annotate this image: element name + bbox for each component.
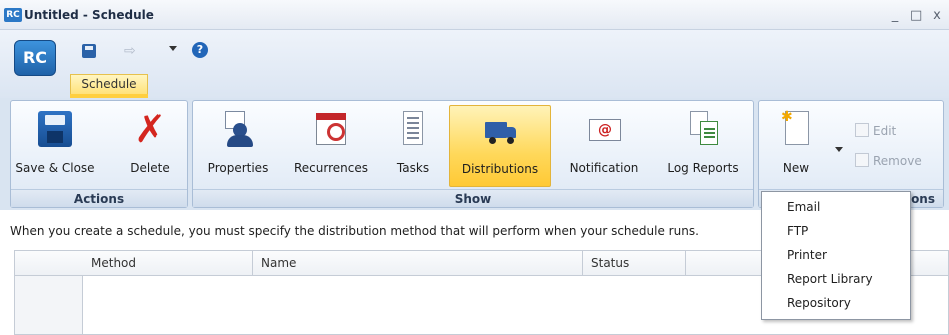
title-bar: RC Untitled - Schedule _ □ x [0, 0, 949, 30]
window-title: Untitled - Schedule [24, 8, 154, 22]
properties-button[interactable]: Properties [199, 105, 277, 187]
close-button[interactable]: x [931, 9, 943, 23]
tasks-icon [396, 111, 430, 147]
distributions-label: Distributions [461, 162, 539, 176]
properties-label: Properties [207, 161, 269, 175]
tab-schedule[interactable]: Schedule [70, 74, 148, 94]
dropdown-icon[interactable] [169, 46, 177, 51]
save-close-button[interactable]: Save & Close [15, 105, 95, 187]
minimize-button[interactable]: _ [889, 9, 901, 23]
log-reports-icon [686, 111, 720, 147]
application-button[interactable]: RC [14, 40, 56, 76]
save-close-label: Save & Close [15, 161, 95, 175]
edit-icon [855, 123, 869, 137]
email-icon: @ [587, 111, 621, 147]
group-show: Properties Recurrences Tasks Distributio… [192, 100, 754, 208]
save-icon[interactable] [82, 44, 96, 58]
tasks-label: Tasks [396, 161, 430, 175]
info-text: When you create a schedule, you must spe… [10, 224, 699, 238]
truck-icon [483, 112, 517, 148]
log-reports-label: Log Reports [667, 161, 739, 175]
new-button[interactable]: ✱ New [763, 105, 829, 187]
group-label-actions: Actions [11, 189, 187, 207]
remove-icon [855, 153, 869, 167]
log-reports-button[interactable]: Log Reports [659, 105, 747, 187]
tasks-button[interactable]: Tasks [387, 105, 439, 187]
column-header-name[interactable]: Name [253, 251, 583, 276]
new-document-icon: ✱ [779, 109, 813, 147]
quick-access-toolbar: RC ⇨ ? Schedule [0, 30, 949, 98]
remove-label: Remove [873, 154, 922, 168]
help-icon[interactable]: ? [192, 42, 208, 58]
distributions-button[interactable]: Distributions [449, 105, 551, 187]
group-label-show: Show [193, 189, 753, 207]
window-controls: _ □ x [889, 9, 943, 23]
notification-label: Notification [569, 161, 639, 175]
delete-icon: ✗ [134, 107, 166, 151]
menu-item-report-library[interactable]: Report Library [762, 267, 910, 291]
notification-button[interactable]: @ Notification [559, 105, 649, 187]
recurrences-icon [314, 111, 348, 147]
menu-item-ftp[interactable]: FTP [762, 219, 910, 243]
properties-icon [221, 111, 255, 147]
recurrences-button[interactable]: Recurrences [285, 105, 377, 187]
menu-item-email[interactable]: Email [762, 195, 910, 219]
delete-label: Delete [130, 161, 170, 175]
column-header-method[interactable]: Method [83, 251, 253, 276]
save-icon [38, 111, 72, 147]
menu-item-printer[interactable]: Printer [762, 243, 910, 267]
column-header-status[interactable]: Status [583, 251, 686, 276]
maximize-button[interactable]: □ [910, 9, 922, 23]
remove-button[interactable]: Remove [855, 153, 922, 168]
new-dropdown-menu: Email FTP Printer Report Library Reposit… [761, 191, 911, 320]
edit-label: Edit [873, 124, 897, 138]
edit-button[interactable]: Edit [855, 123, 896, 138]
forward-icon[interactable]: ⇨ [124, 43, 136, 59]
menu-item-repository[interactable]: Repository [762, 291, 910, 315]
new-dropdown-arrow-icon[interactable] [835, 147, 843, 152]
recurrences-label: Recurrences [294, 161, 368, 175]
new-label: New [782, 161, 810, 175]
app-logo-icon: RC [4, 8, 22, 22]
delete-button[interactable]: ✗ Delete [119, 105, 181, 187]
group-actions: Save & Close ✗ Delete Actions [10, 100, 188, 208]
